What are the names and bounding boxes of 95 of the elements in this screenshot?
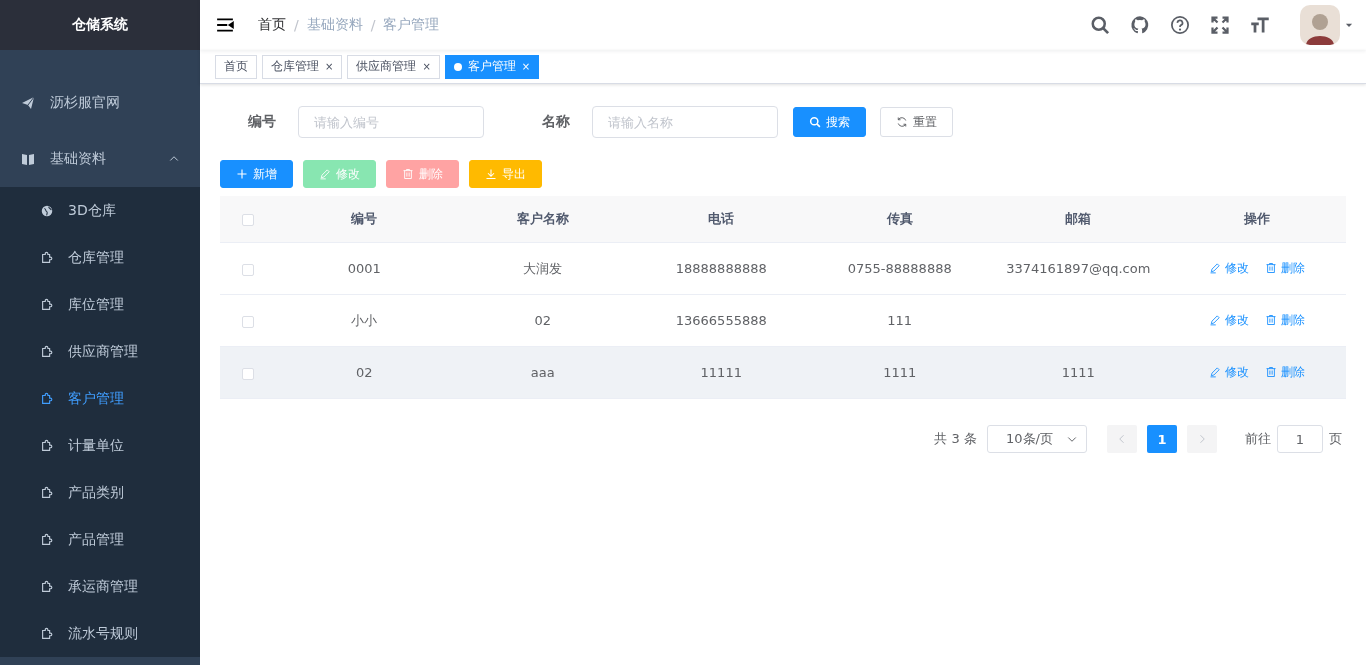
breadcrumb-separator: / xyxy=(370,17,376,33)
puzzle-icon xyxy=(40,532,54,547)
column-header: 传真 xyxy=(886,211,913,226)
row-action-link[interactable]: 删除 xyxy=(1264,259,1305,277)
submenu-item[interactable]: 供应商管理 xyxy=(0,328,200,375)
input-field[interactable]: 请输入名称 xyxy=(592,106,778,138)
row-action-link[interactable]: 删除 xyxy=(1264,311,1305,329)
field-label: 编号 xyxy=(247,113,277,131)
table-cell: 18888888888 xyxy=(675,261,767,276)
table-cell: 小小 xyxy=(351,312,378,328)
download-icon xyxy=(485,168,497,180)
submenu-item[interactable]: 客户管理 xyxy=(0,375,200,422)
checkbox[interactable] xyxy=(241,367,254,380)
refresh-icon xyxy=(896,116,908,128)
plus-icon xyxy=(236,168,248,180)
paper-plane-icon xyxy=(20,95,36,111)
table-cell: 大润发 xyxy=(523,260,563,276)
submenu-item[interactable]: 产品类别 xyxy=(0,469,200,516)
globe-icon xyxy=(40,203,54,218)
fullscreen-icon[interactable] xyxy=(1210,15,1230,35)
column-header: 邮箱 xyxy=(1065,211,1092,226)
page-tab[interactable]: 仓库管理 × xyxy=(262,54,343,79)
submenu-item[interactable]: 产品管理 xyxy=(0,516,200,563)
page-input[interactable]: 1 xyxy=(1277,425,1323,453)
puzzle-icon xyxy=(40,626,54,641)
pencil-icon xyxy=(1208,366,1221,379)
checkbox[interactable] xyxy=(241,263,254,276)
breadcrumb-separator: / xyxy=(294,17,299,33)
menu-icon[interactable] xyxy=(216,16,234,34)
table-cell: 0755-88888888 xyxy=(847,261,952,276)
puzzle-icon xyxy=(40,438,54,453)
pencil-icon xyxy=(1208,314,1221,327)
submenu-item[interactable]: 3D仓库 xyxy=(0,187,200,234)
menu-item[interactable]: 沥杉服官网 xyxy=(0,75,200,131)
table-cell: 11111 xyxy=(700,365,742,380)
puzzle-icon xyxy=(40,297,54,312)
table-cell: 02 xyxy=(534,313,551,328)
table-cell: 111 xyxy=(887,313,913,328)
page-tab[interactable]: 首页 xyxy=(215,54,257,79)
submenu-item[interactable]: 承运商管理 xyxy=(0,563,200,610)
column-header: 电话 xyxy=(708,211,735,226)
pencil-icon xyxy=(1208,262,1221,275)
checkbox[interactable] xyxy=(241,214,254,226)
table-cell: 02 xyxy=(355,365,373,380)
trash-icon xyxy=(1264,366,1277,379)
book-icon xyxy=(20,151,36,167)
search-icon[interactable] xyxy=(1090,15,1110,35)
search-icon xyxy=(809,116,821,128)
active-dot xyxy=(453,62,462,71)
checkbox[interactable] xyxy=(241,315,254,328)
table-cell: 13666555888 xyxy=(675,313,767,328)
total-count: 共 3 条 xyxy=(934,430,977,448)
breadcrumb-current: 客户管理 xyxy=(383,16,440,34)
trash-icon xyxy=(402,168,414,180)
trash-icon xyxy=(1264,262,1277,275)
column-header: 客户名称 xyxy=(516,211,569,226)
puzzle-icon xyxy=(40,485,54,500)
pencil-icon xyxy=(319,168,331,180)
cat-logo-icon[interactable] xyxy=(1130,15,1150,35)
submenu-item[interactable]: 仓库管理 xyxy=(0,234,200,281)
column-header: 编号 xyxy=(351,211,378,226)
avatar[interactable] xyxy=(1300,5,1340,45)
field-label: 名称 xyxy=(541,113,571,131)
puzzle-icon xyxy=(40,250,54,265)
trash-icon xyxy=(1264,314,1277,327)
puzzle-icon xyxy=(40,344,54,359)
app-title: 仓储系统 xyxy=(0,0,200,50)
column-header: 操作 xyxy=(1243,211,1270,226)
text-size-icon[interactable] xyxy=(1250,15,1270,35)
jump-label: 前往 xyxy=(1245,430,1271,448)
tab-close[interactable]: × xyxy=(325,61,334,72)
puzzle-icon xyxy=(40,391,54,406)
table-cell: 1111 xyxy=(1061,365,1095,380)
menu-item[interactable]: 基础资料 xyxy=(0,131,200,187)
table-cell: aaa xyxy=(530,365,555,380)
help-icon[interactable] xyxy=(1170,15,1190,35)
breadcrumb-link[interactable]: 首页 xyxy=(258,16,286,34)
action-button[interactable]: 重置 xyxy=(880,107,953,137)
table-row[interactable]: 0001 大润发 18888888888 0755-88888888 3374161897@qq.com 修改 删除 xyxy=(220,242,1346,295)
submenu-item[interactable]: 库位管理 xyxy=(0,281,200,328)
submenu-item[interactable]: 计量单位 xyxy=(0,422,200,469)
table-cell: 1111 xyxy=(883,365,917,380)
page-suffix: 页 xyxy=(1329,430,1342,448)
input-field[interactable]: 请输入编号 xyxy=(298,106,484,138)
submenu-item[interactable]: 流水号规则 xyxy=(0,610,200,657)
tab-close[interactable]: × xyxy=(422,61,431,72)
row-action-link[interactable]: 修改 xyxy=(1208,311,1249,329)
table-cell: 0001 xyxy=(347,261,381,276)
table-row[interactable]: 02 aaa 11111 1111 1111 修改 删除 xyxy=(220,346,1346,399)
table-row[interactable]: 小小 02 13666555888 111 修改 删除 xyxy=(220,294,1346,347)
puzzle-icon xyxy=(40,579,54,594)
row-action-link[interactable]: 修改 xyxy=(1208,259,1249,277)
page-size-select[interactable]: 10条/页 xyxy=(987,425,1087,453)
table-cell: 3374161897@qq.com xyxy=(1006,261,1151,276)
page-tab[interactable]: 供应商管理 × xyxy=(347,54,440,79)
